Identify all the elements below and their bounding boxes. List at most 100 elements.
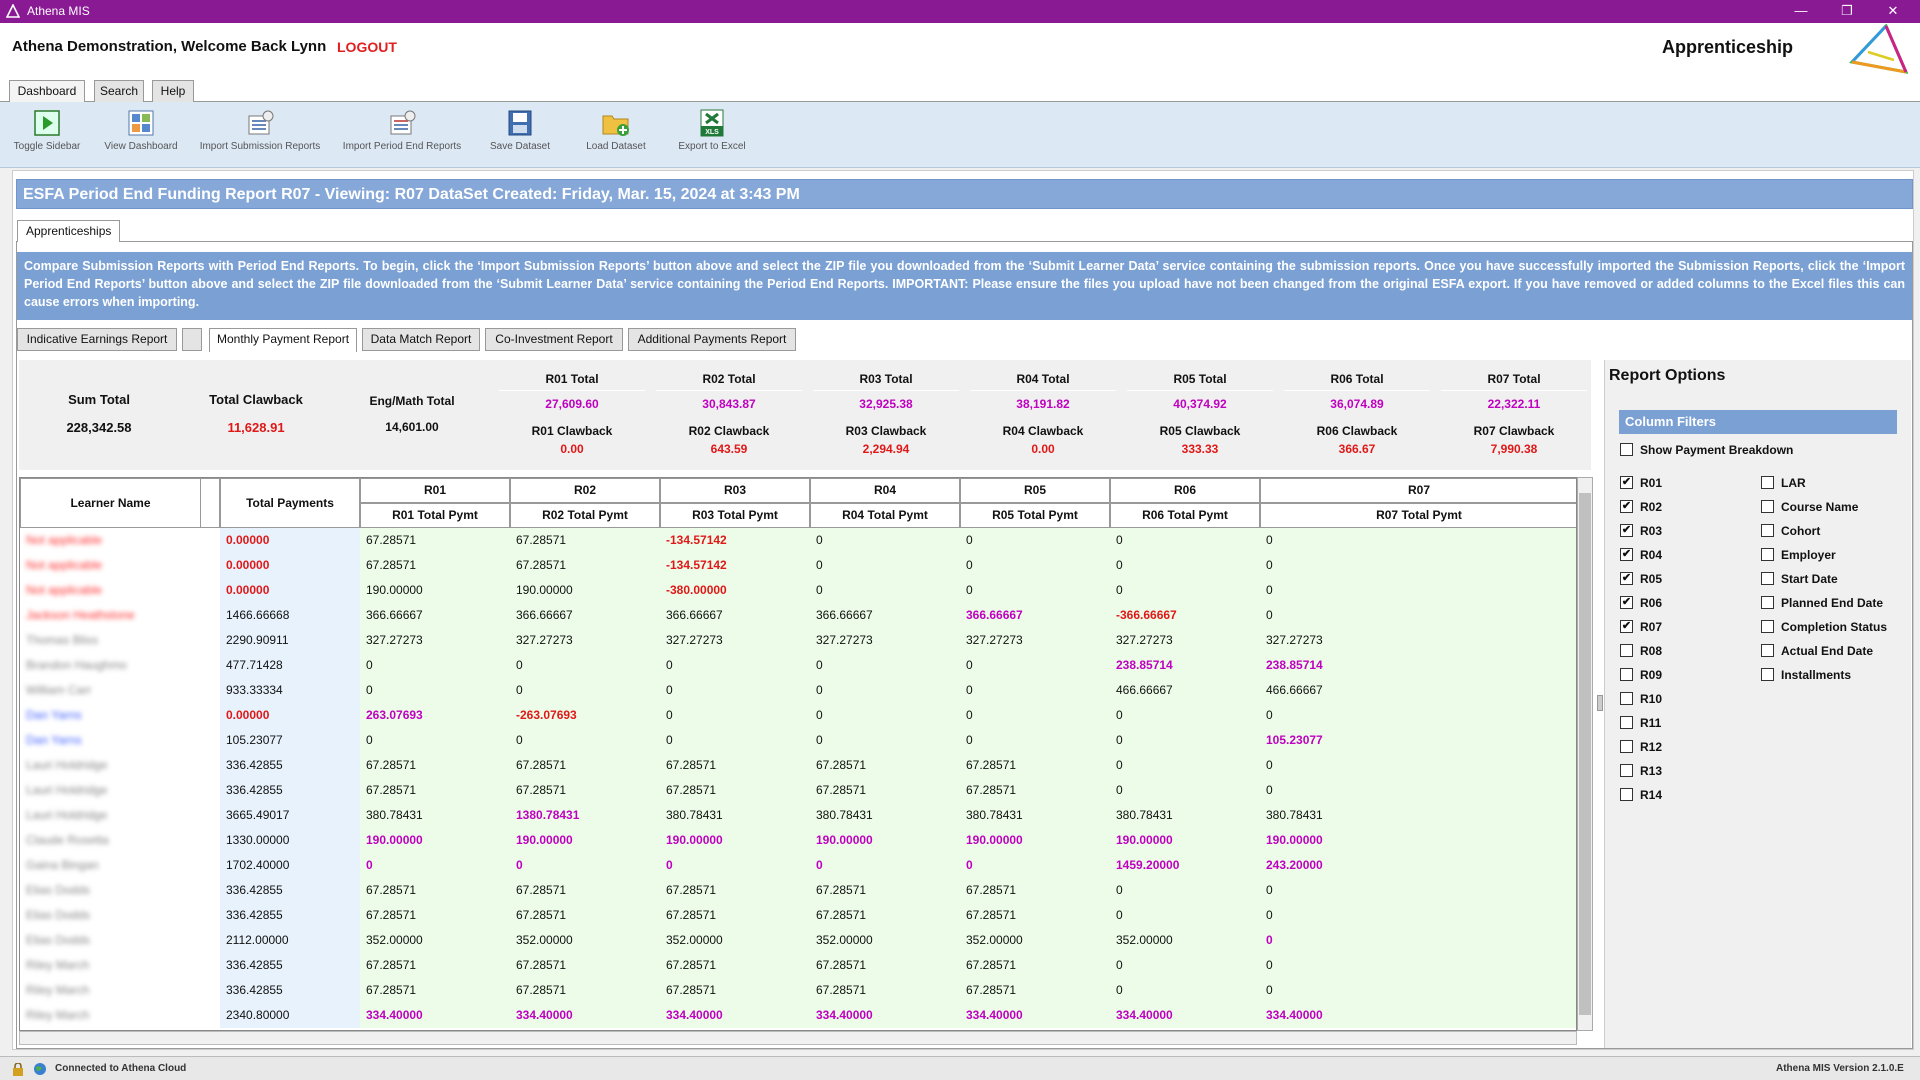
table-row[interactable]: Dan Yarns 105.23077 0 0 0 0 0 0 105.23077 [20,728,1576,753]
checkbox-icon[interactable] [1761,524,1774,537]
table-row[interactable]: Gaina Bingan 1702.40000 0 0 0 0 0 1459.20000 243… [20,853,1576,878]
checkbox-icon[interactable] [1620,764,1633,777]
table-row[interactable]: Elias Dodds 336.42855 67.28571 67.28571 67.2… [20,903,1576,928]
sub-header-r04[interactable]: R04 Total Pymt [810,503,960,528]
table-row[interactable]: Dan Yarns 0.00000 263.07693 -263.07693 0 0 0 0 0 [20,703,1576,728]
period-header-r07[interactable]: R07 [1260,478,1576,503]
panel-splitter-handle[interactable] [1597,695,1603,711]
period-header-r05[interactable]: R05 [960,478,1110,503]
checkbox-icon[interactable] [1620,668,1633,681]
sub-header-r06[interactable]: R06 Total Pymt [1110,503,1260,528]
period-header-r01[interactable]: R01 [360,478,510,503]
table-row[interactable]: Riley March 336.42855 67.28571 67.28571 67.2… [20,978,1576,1003]
sub-header-r01[interactable]: R01 Total Pymt [360,503,510,528]
filter-cohort-checkbox[interactable]: Cohort [1761,524,1820,540]
grid-scroll-thumb[interactable] [1579,493,1591,1015]
table-row[interactable]: Not applicable 0.00000 67.28571 67.28571 -13… [20,553,1576,578]
load-dataset-button[interactable]: Load Dataset [580,108,652,152]
filter-planned-end-date-checkbox[interactable]: Planned End Date [1761,596,1883,612]
tab-apprenticeships[interactable]: Apprenticeships [17,220,121,242]
tab-search[interactable]: Search [94,80,144,102]
period-header-r03[interactable]: R03 [660,478,810,503]
tab-monthly-payment[interactable]: Monthly Payment Report [209,328,357,352]
table-row[interactable]: Not applicable 0.00000 67.28571 67.28571 -13… [20,528,1576,553]
checkbox-icon[interactable] [1761,668,1774,681]
table-row[interactable]: Riley March 336.42855 67.28571 67.28571 67.2… [20,953,1576,978]
filter-start-date-checkbox[interactable]: Start Date [1761,572,1838,588]
filter-employer-checkbox[interactable]: Employer [1761,548,1836,564]
filter-lar-checkbox[interactable]: LAR [1761,476,1806,492]
total-payments-header[interactable]: Total Payments [220,478,360,528]
checkbox-icon[interactable]: ✔ [1620,500,1633,513]
filter-r08-checkbox[interactable]: R08 [1620,644,1662,660]
logout-link[interactable]: LOGOUT [337,39,397,55]
filter-r14-checkbox[interactable]: R14 [1620,788,1662,804]
table-row[interactable]: Lauri Holdridge 336.42855 67.28571 67.28571… [20,753,1576,778]
filter-r10-checkbox[interactable]: R10 [1620,692,1662,708]
checkbox-icon[interactable]: ✔ [1620,572,1633,585]
toggle-sidebar-button[interactable]: Toggle Sidebar [8,108,86,152]
show-payment-breakdown-checkbox[interactable]: Show Payment Breakdown [1620,443,1793,459]
filter-r12-checkbox[interactable]: R12 [1620,740,1662,756]
checkbox-icon[interactable] [1620,716,1633,729]
filter-r02-checkbox[interactable]: ✔ R02 [1620,500,1662,516]
checkbox-icon[interactable]: ✔ [1620,548,1633,561]
table-row[interactable]: Not applicable 0.00000 190.00000 190.00000-… [20,578,1576,603]
period-header-r06[interactable]: R06 [1110,478,1260,503]
filter-installments-checkbox[interactable]: Installments [1761,668,1851,684]
table-row[interactable]: Brandon Haughmo 477.71428 0 0 0 0 0 238.85714 23… [20,653,1576,678]
checkbox-icon[interactable] [1761,596,1774,609]
checkbox-icon[interactable] [1620,692,1633,705]
tab-co-investment[interactable]: Co-Investment Report [485,328,623,351]
table-row[interactable]: Elias Dodds 2112.00000 352.00000 352.00000 3… [20,928,1576,953]
table-row[interactable]: Claude Rosetta 1330.00000 190.00000 190.000… [20,828,1576,853]
filter-r07-checkbox[interactable]: ✔ R07 [1620,620,1662,636]
checkbox-icon[interactable] [1761,548,1774,561]
checkbox-icon[interactable] [1620,740,1633,753]
tab-indicative-earnings[interactable]: Indicative Earnings Report [17,328,177,351]
filter-completion-status-checkbox[interactable]: Completion Status [1761,620,1887,636]
sub-header-r05[interactable]: R05 Total Pymt [960,503,1110,528]
filter-r06-checkbox[interactable]: ✔ R06 [1620,596,1662,612]
table-row[interactable]: Thomas Bliss 2290.90911 327.27273 327.27273… [20,628,1576,653]
sub-header-r03[interactable]: R03 Total Pymt [660,503,810,528]
tab-data-match[interactable]: Data Match Report [362,328,480,351]
checkbox-icon[interactable]: ✔ [1620,620,1633,633]
checkbox-icon[interactable] [1620,443,1633,456]
checkbox-icon[interactable] [1761,620,1774,633]
checkbox-icon[interactable]: ✔ [1620,596,1633,609]
grid-horizontal-scrollbar[interactable] [19,1031,1577,1045]
filter-r09-checkbox[interactable]: R09 [1620,668,1662,684]
table-row[interactable]: Lauri Holdridge 3665.49017 380.78431 1380.7… [20,803,1576,828]
checkbox-icon[interactable] [1761,644,1774,657]
import-period-end-button[interactable]: Import Period End Reports [338,108,466,152]
filter-actual-end-date-checkbox[interactable]: Actual End Date [1761,644,1873,660]
tab-blank[interactable] [182,328,202,351]
checkbox-icon[interactable] [1620,644,1633,657]
tab-additional-payments[interactable]: Additional Payments Report [628,328,796,351]
checkbox-icon[interactable] [1761,572,1774,585]
period-header-r02[interactable]: R02 [510,478,660,503]
table-row[interactable]: William Carr 933.33334 0 0 0 0 0 466.66667 466.6… [20,678,1576,703]
sub-header-r07[interactable]: R07 Total Pymt [1260,503,1576,528]
filter-r05-checkbox[interactable]: ✔ R05 [1620,572,1662,588]
filter-r03-checkbox[interactable]: ✔ R03 [1620,524,1662,540]
checkbox-icon[interactable] [1620,788,1633,801]
filter-course-name-checkbox[interactable]: Course Name [1761,500,1858,516]
import-submission-button[interactable]: Import Submission Reports [196,108,324,152]
view-dashboard-button[interactable]: View Dashboard [102,108,180,152]
checkbox-icon[interactable] [1761,500,1774,513]
sub-header-r02[interactable]: R02 Total Pymt [510,503,660,528]
table-row[interactable]: Elias Dodds 336.42855 67.28571 67.28571 67.2… [20,878,1576,903]
period-header-r04[interactable]: R04 [810,478,960,503]
learner-name-header[interactable]: Learner Name [20,478,200,528]
export-excel-button[interactable]: XLS Export to Excel [672,108,752,152]
table-row[interactable]: Lauri Holdridge 336.42855 67.28571 67.28571… [20,778,1576,803]
checkbox-icon[interactable]: ✔ [1620,524,1633,537]
checkbox-icon[interactable] [1761,476,1774,489]
filter-r13-checkbox[interactable]: R13 [1620,764,1662,780]
save-dataset-button[interactable]: Save Dataset [484,108,556,152]
filter-r11-checkbox[interactable]: R11 [1620,716,1661,732]
tab-help[interactable]: Help [152,80,194,102]
close-icon[interactable]: ✕ [1870,0,1916,23]
